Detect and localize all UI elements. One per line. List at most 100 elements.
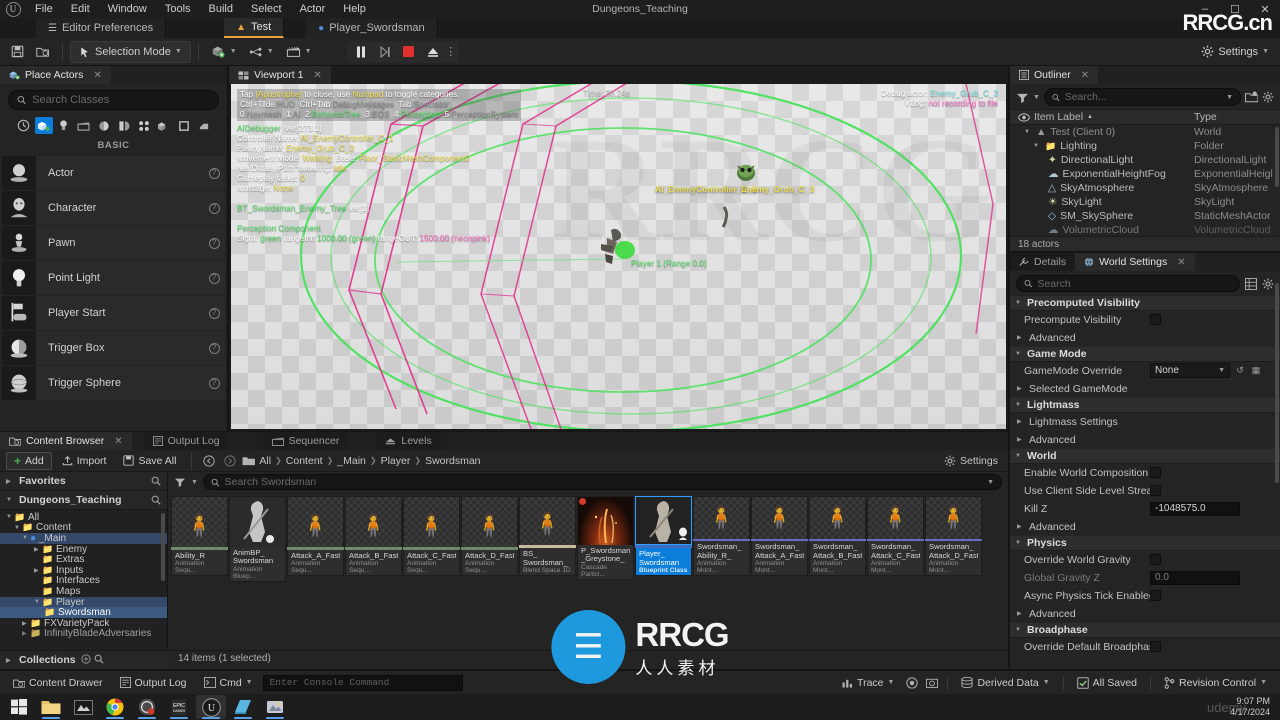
tab-viewport-1[interactable]: Viewport 1 ✕ [229,66,331,84]
outliner-search[interactable]: ▼ [1043,88,1241,106]
content-drawer-button[interactable]: Content Drawer [6,674,110,692]
add-folder-icon[interactable] [1245,91,1258,103]
chevron-down-icon[interactable]: ▼ [987,479,994,486]
tab-sequencer[interactable]: Sequencer [262,432,349,450]
tab-place-actors[interactable]: Place Actors ✕ [0,66,111,84]
search-input[interactable] [1037,277,1232,290]
asset-ability-r[interactable]: 🧍 Ability_R Animation Sequ... [171,496,228,576]
tree-scrollbar[interactable] [161,513,165,581]
prop-client-side-level-streaming[interactable]: Use Client Side Level Streaming... [1010,482,1280,500]
help-icon[interactable]: ? [203,237,225,249]
play-options-button[interactable]: ⋮ [445,42,456,62]
search-input[interactable] [32,94,210,106]
filter-icon[interactable] [1016,92,1029,103]
media-icon[interactable] [68,695,98,719]
cinematics-button[interactable]: ▼ [281,41,317,63]
tab-levels[interactable]: Levels [376,432,441,450]
prop-enable-world-composition[interactable]: Enable World Composition [1010,464,1280,482]
asset-grid[interactable]: 🧍 Ability_R Animation Sequ... AnimBP_ Swo… [168,492,1008,650]
checkbox[interactable] [1150,314,1161,325]
asset-p-swordsman-greystone[interactable]: P_Swordsman _Greystone_ Cascade Particl..… [577,496,634,580]
tab-content-browser[interactable]: Content Browser ✕ [0,432,132,450]
gamemode-override-dropdown[interactable]: None ▼ [1150,363,1230,378]
help-icon[interactable]: ? [203,342,225,354]
content-browser-settings-button[interactable]: Settings [944,455,1002,467]
prop-gamemode-override[interactable]: GameMode Override None ▼ ↺ ▦ [1010,362,1280,380]
menu-edit[interactable]: Edit [62,0,99,18]
asset-bs-swordsman[interactable]: 🧍 BS_ Swordsman_ Blend Space 1D [519,496,576,576]
project-section[interactable]: ▼ Dungeons_Teaching [0,491,167,510]
unreal-engine-icon[interactable]: U [196,695,226,719]
grid-view-icon[interactable] [1245,277,1257,290]
tab-player-swordsman[interactable]: ● Player_Swordsman [306,18,438,38]
prop-async-physics-tick[interactable]: Async Physics Tick Enabled [1010,587,1280,605]
crumb-player[interactable]: Player [381,455,411,467]
stop-button[interactable] [398,42,420,62]
chrome-icon[interactable] [100,695,130,719]
actor-item-pawn[interactable]: Pawn ? [2,226,225,260]
checkbox[interactable] [1150,554,1161,565]
help-icon[interactable]: ? [203,202,225,214]
tab-editor-preferences[interactable]: ☰ Editor Preferences [36,18,167,38]
recently-placed-icon[interactable] [15,117,33,134]
place-actors-search[interactable] [8,90,219,110]
tree-node-fxvarietypack[interactable]: ▶ 📁 FXVarietyPack [0,618,167,629]
tree-node-maps[interactable]: 📁 Maps [0,586,167,597]
outliner-rows[interactable]: ▼ ▲ Test (Client 0) World ▼ 📁 Lighting F… [1010,125,1280,236]
shapes-icon[interactable] [175,117,193,134]
subcat-lightmass-settings[interactable]: ▶ Lightmass Settings [1010,413,1280,431]
outliner-row-exponentialheightfog[interactable]: ☁ ExponentialHeightFog ExponentialHeigl [1010,167,1280,181]
outliner-row-skylight[interactable]: ☀ SkyLight SkyLight [1010,195,1280,209]
search-input[interactable] [1064,91,1222,103]
crumb-all[interactable]: All [259,455,271,467]
actor-item-trigger-sphere[interactable]: Trigger Sphere ? [2,366,225,400]
collections-section[interactable]: ▶ Collections [0,650,168,669]
geometry-icon[interactable] [115,117,133,134]
details-scrollbar[interactable] [1275,283,1279,483]
pause-button[interactable] [350,42,372,62]
tree-node-enemy[interactable]: ▶ 📁 Enemy [0,544,167,555]
selection-mode-dropdown[interactable]: Selection Mode ▼ [70,40,191,63]
cinematic-icon[interactable] [75,117,93,134]
outliner-scrollbar[interactable] [1275,127,1279,187]
tab-world-settings[interactable]: World Settings ✕ [1075,253,1195,271]
chevron-down-icon[interactable]: ▼ [191,479,198,486]
visual-effects-icon[interactable] [95,117,113,134]
menu-window[interactable]: Window [99,0,156,18]
windows-start-icon[interactable] [4,695,34,719]
crumb-content[interactable]: Content [286,455,323,467]
subcat-selected-gamemode[interactable]: ▶ Selected GameMode [1010,380,1280,398]
outliner-row-test[interactable]: ▼ ▲ Test (Client 0) World [1010,125,1280,139]
tree-node-infinitybladeadversaries[interactable]: ▶ 📁 InfinityBladeAdversaries [0,628,167,639]
search-icon[interactable] [151,495,161,505]
add-actor-button[interactable]: ▼ [206,41,242,63]
tree-node-player[interactable]: ▼ 📁 Player [0,597,167,608]
help-icon[interactable]: ? [203,272,225,284]
add-button[interactable]: + Add [6,451,52,470]
cmd-mode-dropdown[interactable]: Cmd ▼ [197,674,260,692]
kill-z-field[interactable]: -1048575.0 [1150,501,1240,516]
actor-item-point-light[interactable]: Point Light ? [2,261,225,295]
asset-attack-c-fast[interactable]: 🧍 Attack_C_Fast Animation Sequ... [403,496,460,576]
recorder-icon[interactable] [132,695,162,719]
asset-swordsman-attack-d-fast[interactable]: 🧍 Swordsman_ Attack_D_Fast Animation Mont… [925,496,982,576]
crumb-swordsman[interactable]: Swordsman [425,455,480,467]
prop-kill-z[interactable]: Kill Z -1048575.0 [1010,500,1280,518]
editor-settings-button[interactable]: Settings ▼ [1196,41,1274,63]
eye-icon[interactable] [1018,112,1030,122]
prop-override-default-broadphase[interactable]: Override Default Broadphase Se... [1010,638,1280,656]
subcat-advanced-4[interactable]: ▶ Advanced [1010,605,1280,623]
misc-icon[interactable] [195,117,213,134]
tree-node-main[interactable]: ▼ ● _Main [0,533,167,544]
details-search[interactable] [1016,275,1240,292]
asset-attack-b-fast[interactable]: 🧍 Attack_B_Fast Animation Sequ... [345,496,402,576]
outliner-row-skyatmosphere[interactable]: △ SkyAtmosphere SkyAtmosphere [1010,181,1280,195]
outliner-row-volumetriccloud[interactable]: ☁ VolumetricCloud VolumetricCloud [1010,223,1280,236]
tab-outliner[interactable]: Outliner ✕ [1010,66,1099,84]
property-list[interactable]: ▼ Precomputed Visibility Precompute Visib… [1010,283,1280,669]
prop-global-gravity-z[interactable]: Global Gravity Z 0.0 [1010,569,1280,587]
asset-animbp-swordsman[interactable]: AnimBP_ Swordsman Animation Bluep... [229,496,286,582]
actor-item-trigger-box[interactable]: Trigger Box ? [2,331,225,365]
tree-node-all[interactable]: ▼ 📁 All [0,512,167,523]
category-world[interactable]: ▼ World [1010,449,1280,464]
